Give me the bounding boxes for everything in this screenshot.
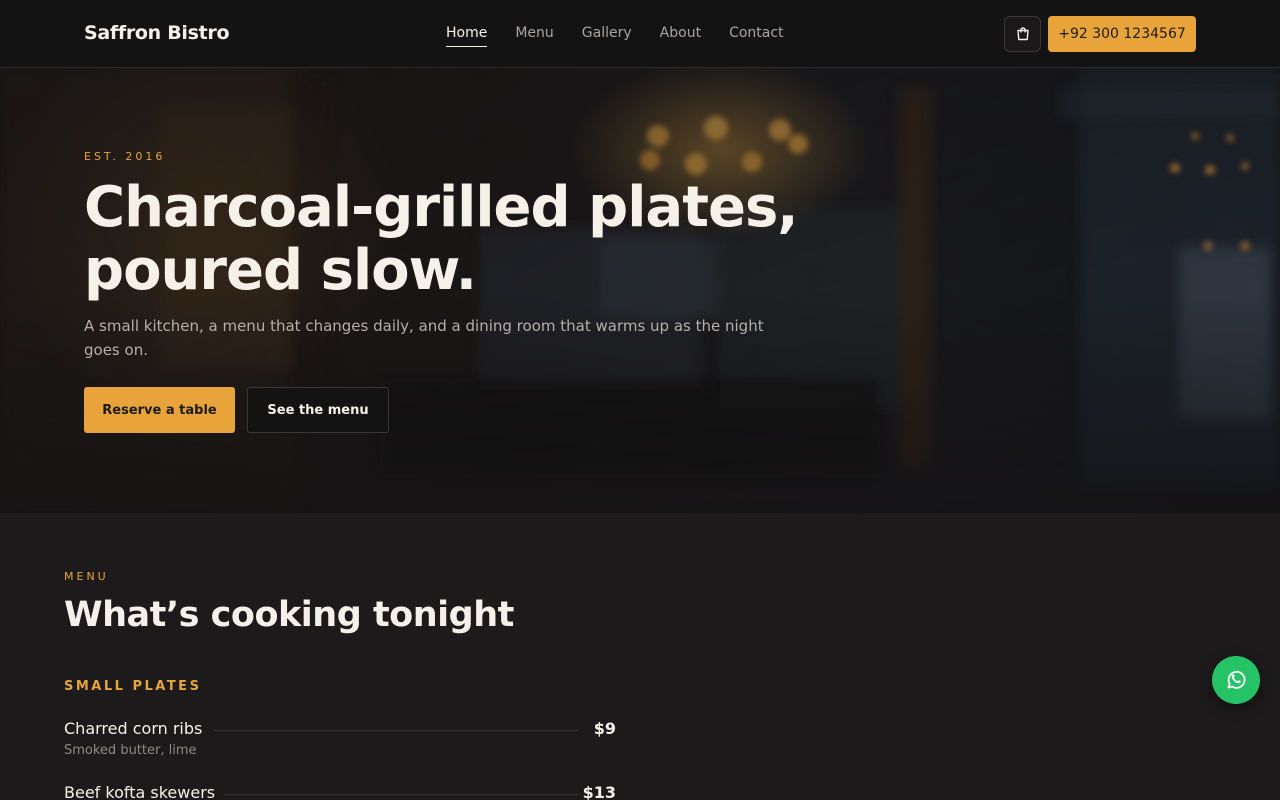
phone-button[interactable]: +92 300 1234567 <box>1048 16 1196 52</box>
menu-item-divider <box>224 794 578 795</box>
nav-link-about[interactable]: About <box>660 25 701 47</box>
menu-item-price: $13 <box>582 783 616 800</box>
cart-icon <box>1016 27 1029 41</box>
nav-link-gallery[interactable]: Gallery <box>582 25 632 47</box>
whatsapp-button[interactable] <box>1212 656 1260 704</box>
reserve-table-button[interactable]: Reserve a table <box>84 387 235 433</box>
category-title: SMALL PLATES <box>64 679 202 694</box>
top-nav: Saffron Bistro Home Menu Gallery About C… <box>0 0 1280 68</box>
see-menu-button[interactable]: See the menu <box>247 387 389 433</box>
nav-link-menu[interactable]: Menu <box>515 25 553 47</box>
menu-item-price: $9 <box>593 719 616 738</box>
menu-item: Charred corn ribs $9 Smoked butter, lime <box>64 719 616 763</box>
hero-title-line-2: poured slow. <box>84 238 477 303</box>
nav-link-contact[interactable]: Contact <box>729 25 783 47</box>
hero-section: EST. 2016 Charcoal-grilled plates, poure… <box>0 68 1280 513</box>
cart-button[interactable] <box>1004 16 1041 52</box>
nav-links: Home Menu Gallery About Contact <box>446 25 784 47</box>
hero-title-line-1: Charcoal-grilled plates, <box>84 175 799 240</box>
menu-item-name: Beef kofta skewers <box>64 783 216 800</box>
menu-item-divider <box>214 730 578 731</box>
hero-subtitle: A small kitchen, a menu that changes dai… <box>84 317 764 359</box>
nav-link-home[interactable]: Home <box>446 25 488 47</box>
menu-item: Beef kofta skewers $13 <box>64 783 616 800</box>
brand-logo[interactable]: Saffron Bistro <box>84 22 230 44</box>
hero-title: Charcoal-grilled plates, poured slow. <box>84 176 804 302</box>
hero-eyebrow: EST. 2016 <box>84 150 166 163</box>
whatsapp-icon <box>1227 670 1246 689</box>
menu-item-description: Smoked butter, lime <box>64 743 197 758</box>
menu-section: MENU What’s cooking tonight SMALL PLATES… <box>0 513 1280 800</box>
menu-title: What’s cooking tonight <box>64 595 514 635</box>
menu-item-name: Charred corn ribs <box>64 719 203 738</box>
menu-eyebrow: MENU <box>64 570 109 583</box>
